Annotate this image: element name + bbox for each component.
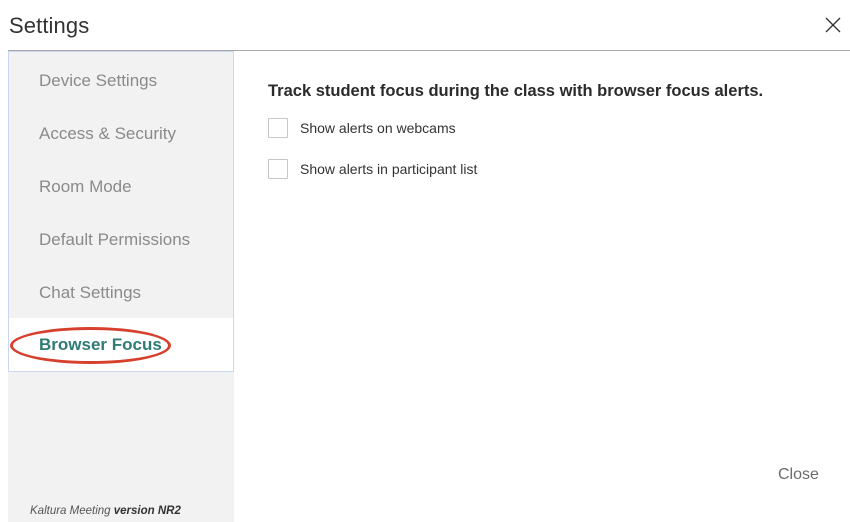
- sidebar-item-browser-focus[interactable]: Browser Focus: [8, 318, 234, 372]
- settings-dialog: Settings Device Settings Access & Securi…: [0, 0, 850, 522]
- option-show-alerts-participant-list[interactable]: Show alerts in participant list: [268, 158, 477, 180]
- sidebar-item-device-settings[interactable]: Device Settings: [9, 54, 235, 107]
- content-heading: Track student focus during the class wit…: [268, 82, 764, 100]
- participant-list-option-label: Show alerts in participant list: [300, 161, 478, 177]
- webcams-option-label: Show alerts on webcams: [300, 120, 456, 136]
- version-text: Kaltura Meeting version NR2: [30, 505, 181, 517]
- sidebar: Device Settings Access & Security Room M…: [8, 51, 234, 522]
- close-button[interactable]: Close: [770, 464, 827, 486]
- sidebar-item-room-mode[interactable]: Room Mode: [9, 160, 235, 213]
- version-prefix: Kaltura Meeting: [30, 505, 114, 517]
- webcams-checkbox[interactable]: [268, 118, 288, 138]
- participant-list-checkbox[interactable]: [268, 159, 288, 179]
- option-show-alerts-webcams[interactable]: Show alerts on webcams: [268, 117, 456, 139]
- sidebar-item-default-permissions[interactable]: Default Permissions: [9, 213, 235, 266]
- close-icon[interactable]: [824, 16, 842, 34]
- sidebar-item-chat-settings[interactable]: Chat Settings: [9, 266, 235, 319]
- sidebar-item-access-security[interactable]: Access & Security: [9, 107, 235, 160]
- version-value: version NR2: [113, 505, 181, 517]
- dialog-title: Settings: [9, 13, 90, 38]
